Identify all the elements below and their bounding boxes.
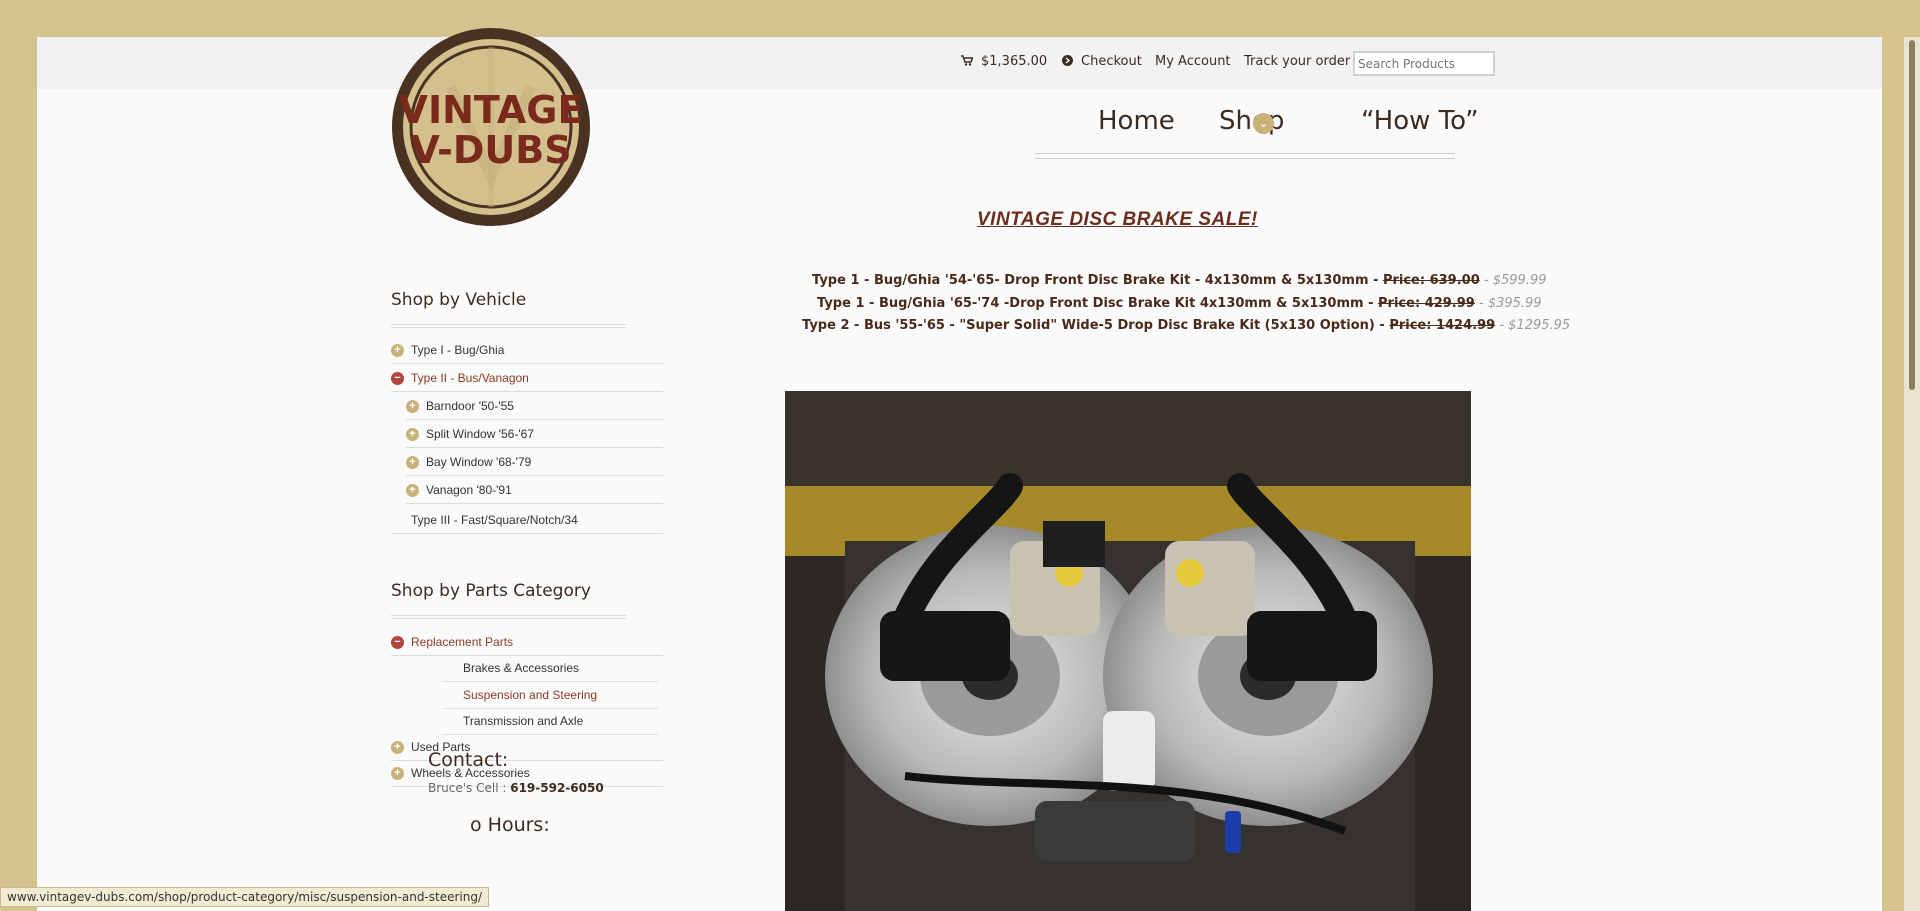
sidebar-item-brakes[interactable]: Brakes & Accessories	[443, 654, 658, 682]
contact-cell: Bruce's Cell : 619-592-6050	[428, 781, 604, 795]
sidebar-item-label: Bay Window '68-'79	[426, 455, 532, 469]
plus-circle-icon[interactable]: +	[406, 428, 419, 441]
cart-total: $1,365.00	[981, 54, 1048, 69]
deal-old-price: Price: 639.00	[1382, 273, 1480, 288]
minus-circle-icon[interactable]: −	[391, 372, 404, 385]
track-order-link[interactable]: Track your order	[1244, 54, 1350, 69]
shop-by-parts-title: Shop by Parts Category	[391, 581, 591, 601]
nav-divider	[1035, 153, 1455, 159]
plus-circle-icon[interactable]: +	[391, 741, 404, 754]
plus-circle-icon[interactable]: +	[406, 456, 419, 469]
logo-line-1: VINTAGE	[399, 88, 584, 132]
sidebar-item-vanagon[interactable]: + Vanagon '80-'91	[406, 476, 663, 504]
vintage-vdubs-logo[interactable]: VINTAGE V-DUBS	[391, 27, 591, 227]
sidebar-item-label: Type III - Fast/Square/Notch/34	[411, 513, 578, 527]
shop-hours-title: o Hours:	[470, 814, 550, 836]
nav-home[interactable]: Home	[1098, 106, 1175, 136]
sidebar-item-suspension[interactable]: Suspension and Steering	[443, 681, 658, 709]
checkout-label: Checkout	[1081, 54, 1142, 69]
plus-circle-icon[interactable]: +	[391, 344, 404, 357]
deal-new-price: $395.99	[1487, 296, 1542, 311]
minus-circle-icon[interactable]: −	[391, 636, 404, 649]
sidebar-item-barndoor[interactable]: + Barndoor '50-'55	[406, 392, 663, 420]
deal-old-price: Price: 1424.99	[1389, 318, 1496, 333]
my-account-link[interactable]: My Account	[1155, 54, 1231, 69]
sidebar-item-label: Vanagon '80-'91	[426, 483, 512, 497]
deal-line-2[interactable]: Type 1 - Bug/Ghia '65-'74 -Drop Front Di…	[817, 296, 1542, 311]
arrow-circle-icon	[1062, 54, 1073, 69]
deal-sep: -	[1474, 296, 1488, 311]
sidebar-item-label: Type I - Bug/Ghia	[411, 343, 505, 357]
sidebar-item-type-1[interactable]: + Type I - Bug/Ghia	[391, 336, 663, 364]
sidebar-item-label: Transmission and Axle	[463, 714, 584, 728]
sidebar-item-label: Suspension and Steering	[463, 688, 598, 702]
sidebar-item-type-3[interactable]: Type III - Fast/Square/Notch/34	[391, 506, 663, 534]
sidebar-item-label: Brakes & Accessories	[463, 661, 580, 675]
deal-old-price: Price: 429.99	[1378, 296, 1475, 311]
sidebar-divider	[391, 324, 626, 328]
checkout-link[interactable]: Checkout	[1062, 54, 1142, 69]
sidebar-item-transmission[interactable]: Transmission and Axle	[443, 707, 658, 735]
sidebar-item-label: Type II - Bus/Vanagon	[411, 371, 529, 385]
deal-new-price: $1295.95	[1508, 318, 1571, 333]
cart-link[interactable]: $1,365.00	[961, 54, 1047, 69]
deal-line-1[interactable]: Type 1 - Bug/Ghia '54-'65- Drop Front Di…	[812, 273, 1547, 288]
plus-circle-icon[interactable]: +	[406, 400, 419, 413]
scrollbar-thumb[interactable]	[1909, 40, 1915, 390]
sidebar-item-type-2[interactable]: − Type II - Bus/Vanagon	[391, 364, 663, 392]
sidebar-item-label: Replacement Parts	[411, 635, 514, 649]
deal-sep: -	[1495, 318, 1509, 333]
sidebar-item-label: Split Window '56-'67	[426, 427, 534, 441]
chevron-down-icon[interactable]: ⌄	[1253, 113, 1274, 134]
cell-number[interactable]: 619-592-6050	[510, 781, 603, 795]
deal-label: Type 1 - Bug/Ghia '54-'65- Drop Front Di…	[812, 273, 1383, 288]
search-input[interactable]	[1353, 51, 1495, 76]
nav-shop[interactable]: Shop	[1219, 106, 1284, 136]
sidebar-item-split-window[interactable]: + Split Window '56-'67	[406, 420, 663, 448]
sidebar-item-bay-window[interactable]: + Bay Window '68-'79	[406, 448, 663, 476]
cell-label: Bruce's Cell :	[428, 781, 511, 795]
plus-circle-icon[interactable]: +	[391, 767, 404, 780]
sidebar-item-label: Barndoor '50-'55	[426, 399, 514, 413]
sidebar-divider	[391, 615, 626, 619]
top-bar: $1,365.00 Checkout My Account Track your…	[37, 37, 1882, 89]
deal-label: Type 1 - Bug/Ghia '65-'74 -Drop Front Di…	[817, 296, 1379, 311]
sidebar-item-replacement-parts[interactable]: − Replacement Parts	[391, 628, 663, 656]
sale-title: VINTAGE DISC BRAKE SALE!	[977, 209, 1258, 230]
shop-by-vehicle-title: Shop by Vehicle	[391, 290, 527, 310]
disc-brake-kit-photo[interactable]	[785, 391, 1471, 911]
logo-line-2: V-DUBS	[410, 128, 571, 172]
deal-sep: -	[1479, 273, 1493, 288]
deal-label: Type 2 - Bus '55-'65 - "Super Solid" Wid…	[802, 318, 1390, 333]
nav-how-to[interactable]: “How To”	[1361, 106, 1479, 136]
deal-line-3[interactable]: Type 2 - Bus '55-'65 - "Super Solid" Wid…	[802, 318, 1570, 333]
cart-icon	[961, 54, 974, 69]
status-bar-url: www.vintagev-dubs.com/shop/product-categ…	[0, 887, 490, 907]
contact-title: Contact:	[428, 749, 509, 771]
deal-new-price: $599.99	[1492, 273, 1547, 288]
plus-circle-icon[interactable]: +	[406, 484, 419, 497]
